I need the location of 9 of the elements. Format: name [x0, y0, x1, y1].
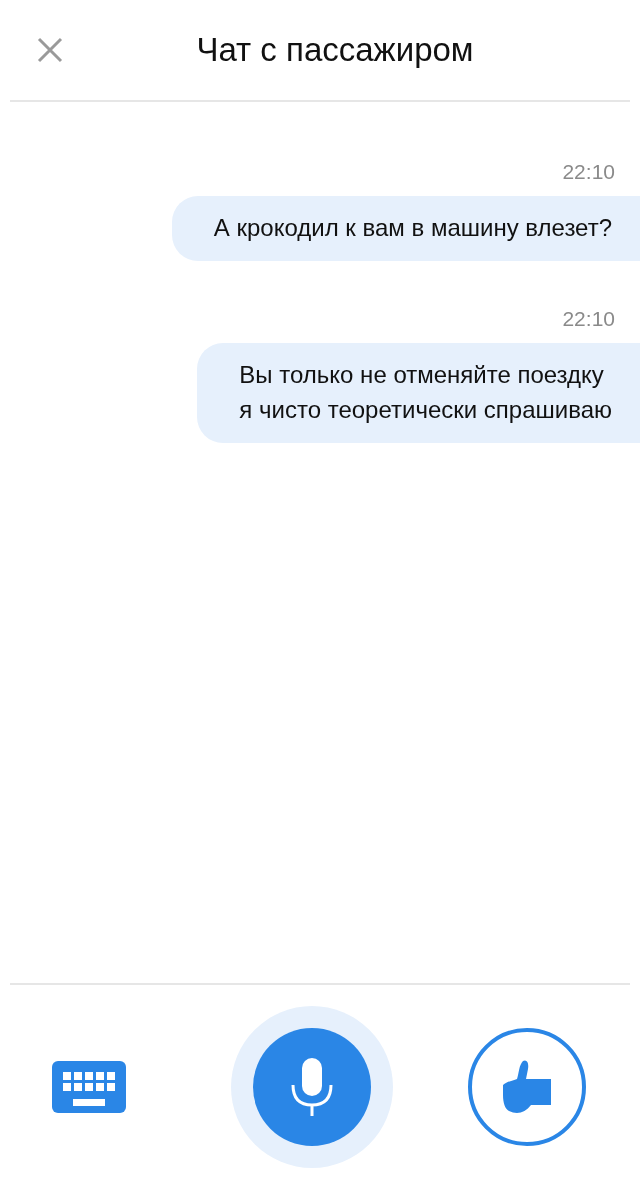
thumbs-up-icon	[501, 1058, 553, 1115]
message-time: 22:10	[562, 160, 615, 184]
microphone-icon	[290, 1057, 334, 1116]
keyboard-button[interactable]	[52, 1060, 126, 1113]
chat-title: Чат с пассажиром	[195, 31, 475, 69]
message-time: 22:10	[562, 307, 615, 331]
message-bubble: Вы только не отменяйте поездку я чисто теоретически спрашиваю	[197, 343, 640, 443]
keyboard-icon	[52, 1060, 126, 1113]
message-bubble: А крокодил к вам в машину влезет?	[171, 196, 640, 261]
